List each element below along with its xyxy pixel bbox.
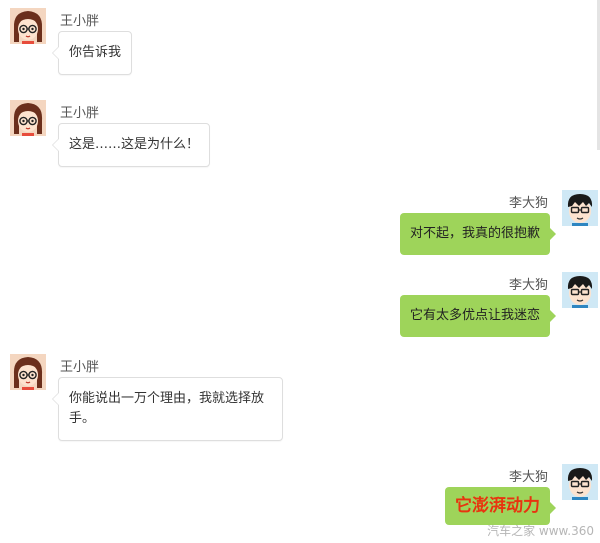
sender-name: 李大狗 bbox=[508, 278, 548, 293]
sender-name: 李大狗 bbox=[508, 470, 548, 485]
message-bubble: 这是……这是为什么！ bbox=[51, 123, 211, 167]
chat-window: 王小胖 你告诉我 王小胖 这是……这是为什么！ 李大狗 对不起，我真的很抱歉 李… bbox=[0, 0, 600, 543]
sender-name: 王小胖 bbox=[60, 106, 100, 121]
boy-avatar-icon[interactable] bbox=[562, 190, 598, 226]
girl-avatar-icon[interactable] bbox=[10, 100, 46, 136]
girl-avatar-icon[interactable] bbox=[10, 8, 46, 44]
boy-avatar-icon[interactable] bbox=[562, 464, 598, 500]
girl-avatar-icon[interactable] bbox=[10, 354, 46, 390]
message-bubble: 你能说出一万个理由，我就选择放手。 bbox=[52, 377, 283, 441]
message-bubble: 你告诉我 bbox=[51, 31, 133, 75]
watermark: 汽车之家 www.360 bbox=[487, 524, 594, 538]
message-bubble: 对不起，我真的很抱歉 bbox=[399, 213, 557, 255]
sender-name: 王小胖 bbox=[60, 14, 100, 29]
sender-name: 王小胖 bbox=[60, 360, 100, 375]
boy-avatar-icon[interactable] bbox=[562, 272, 598, 308]
message-bubble: 它有太多优点让我迷恋 bbox=[399, 295, 557, 337]
message-bubble-emphasis: 它澎湃动力 bbox=[445, 487, 556, 525]
sender-name: 李大狗 bbox=[508, 196, 548, 211]
